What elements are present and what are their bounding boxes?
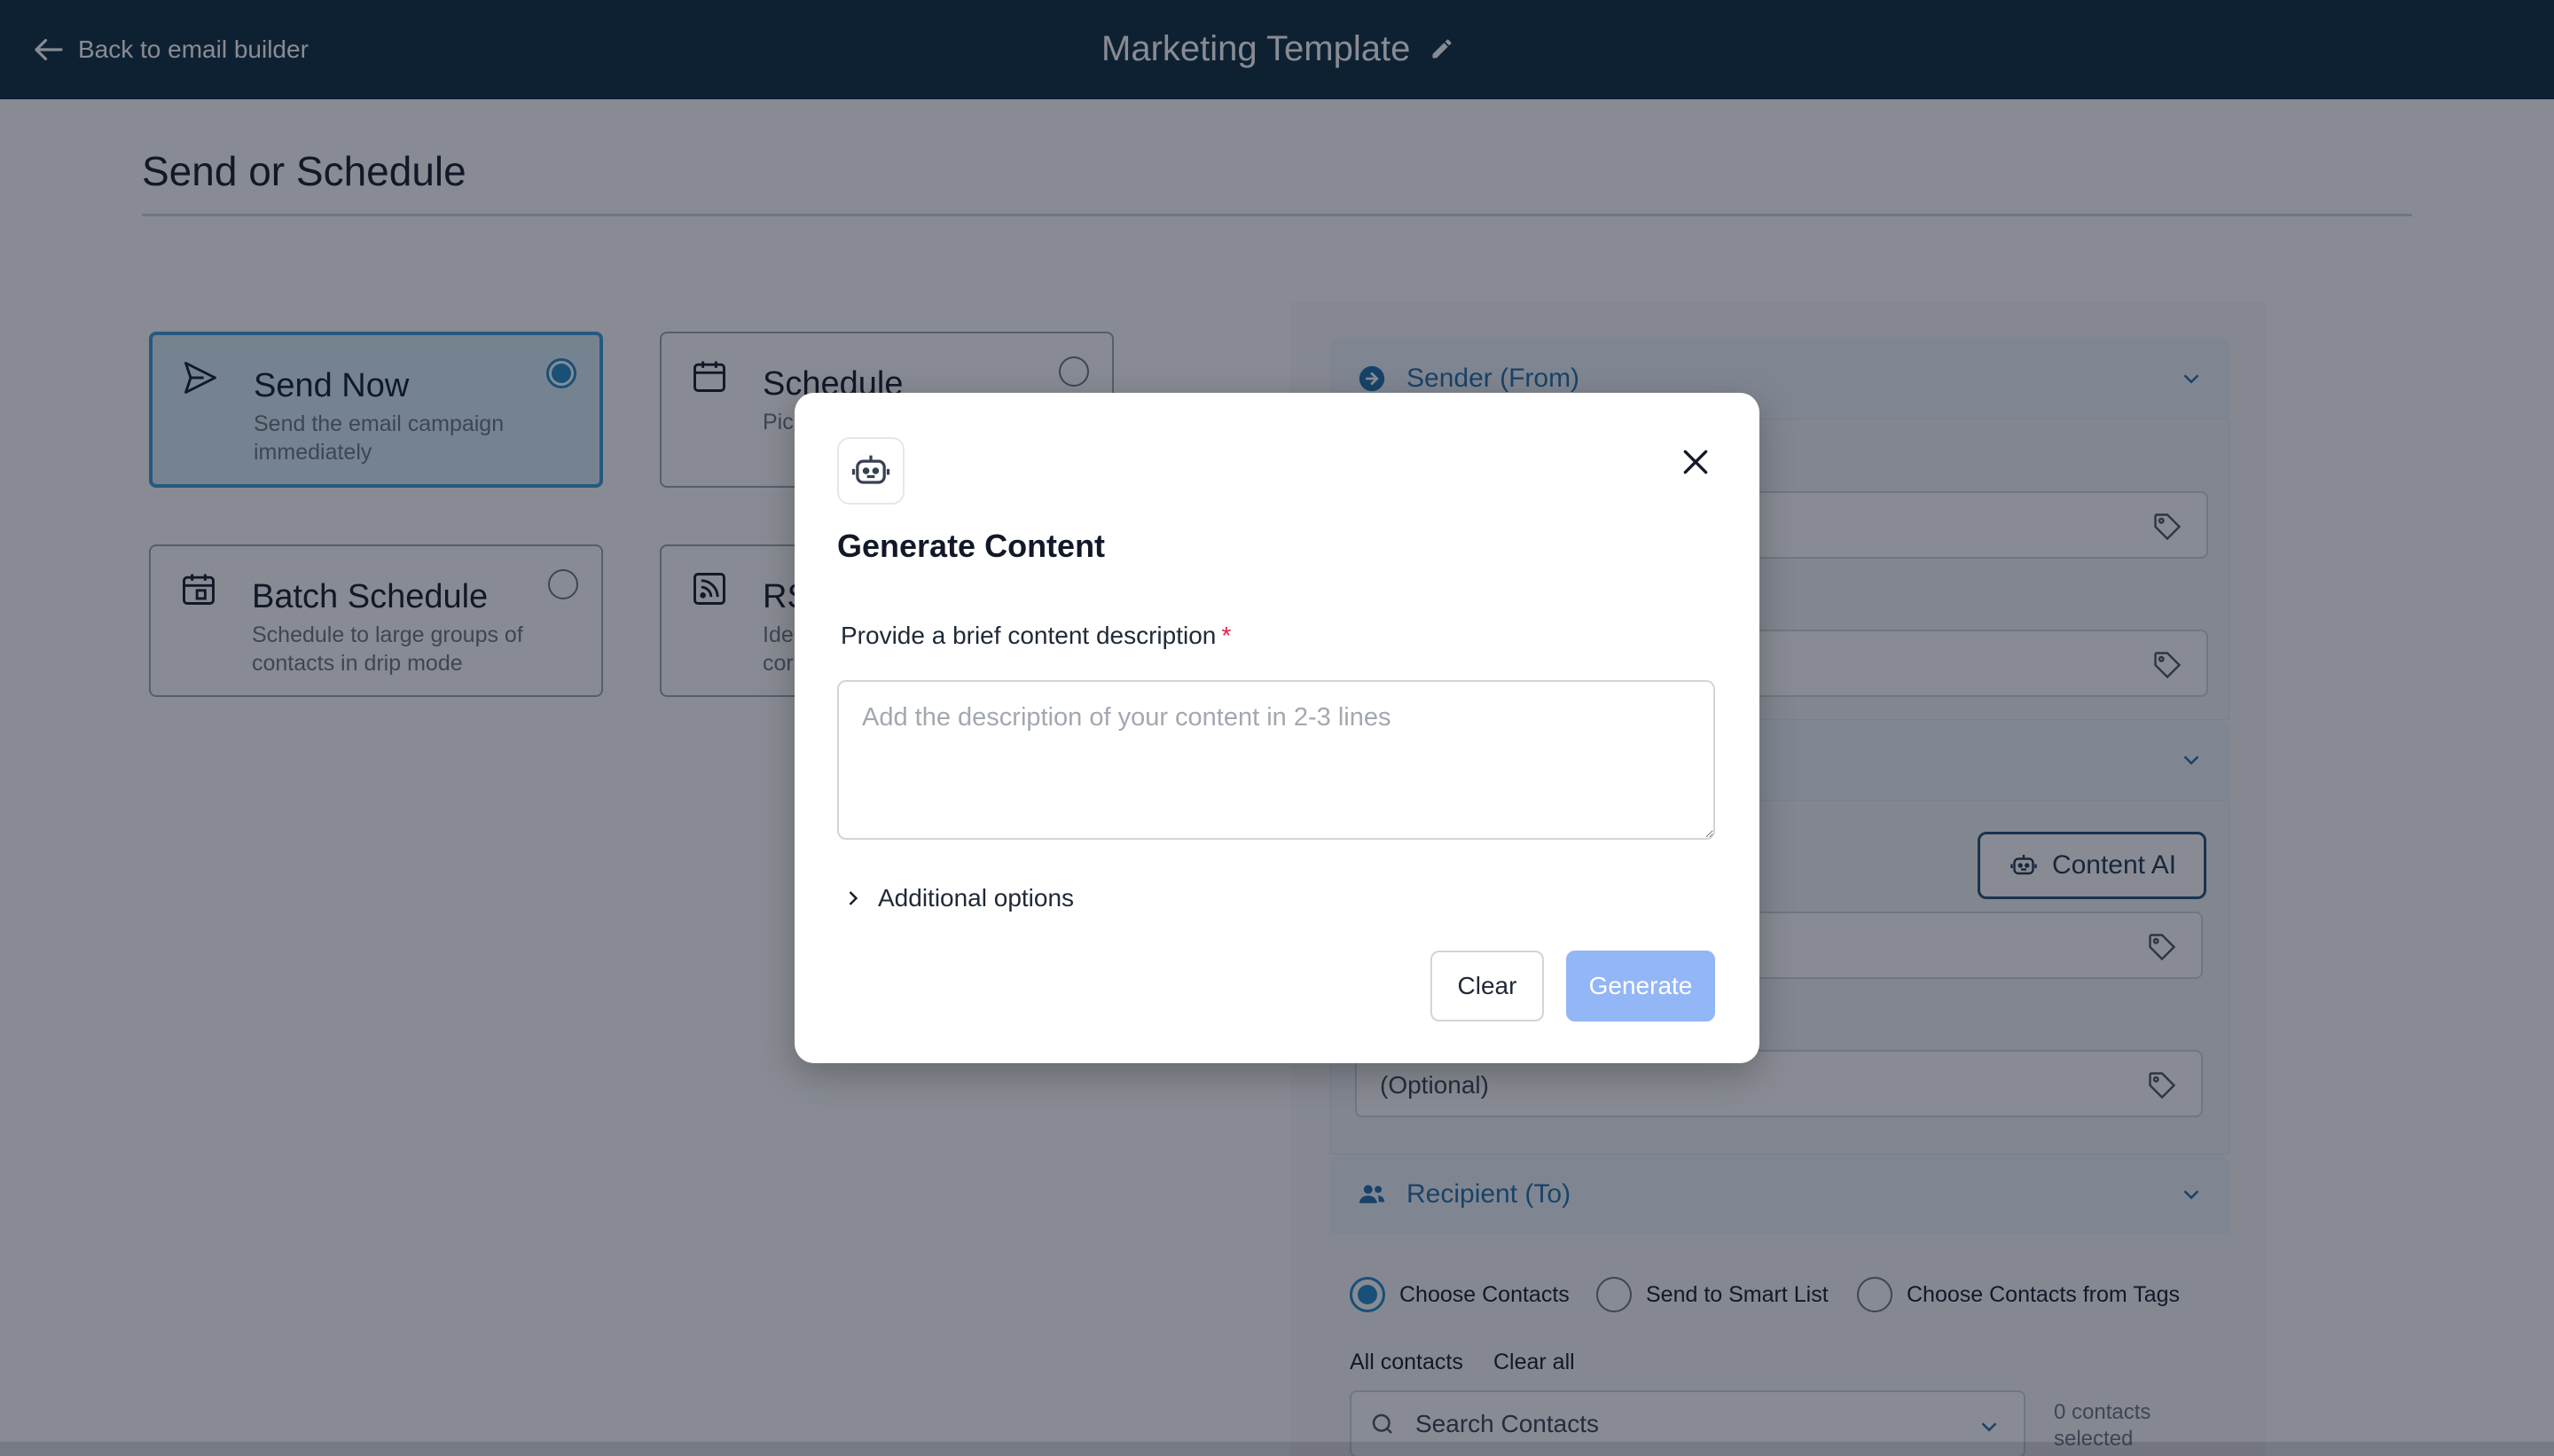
description-label: Provide a brief content description * — [841, 622, 1231, 650]
generate-content-modal: Generate Content Provide a brief content… — [795, 393, 1759, 1063]
required-mark: * — [1221, 622, 1232, 649]
description-label-text: Provide a brief content description — [841, 622, 1217, 649]
generate-button[interactable]: Generate — [1566, 951, 1715, 1022]
clear-button[interactable]: Clear — [1430, 951, 1544, 1022]
close-icon[interactable] — [1678, 444, 1713, 480]
robot-icon — [851, 455, 890, 484]
bottom-scroll-strip — [0, 1442, 2554, 1456]
content-description-textarea[interactable] — [837, 680, 1715, 840]
additional-options-label: Additional options — [878, 884, 1075, 912]
modal-title: Generate Content — [837, 528, 1106, 564]
chevron-right-icon — [849, 891, 858, 905]
modal-avatar — [837, 437, 905, 505]
additional-options-toggle[interactable]: Additional options — [841, 884, 1074, 912]
